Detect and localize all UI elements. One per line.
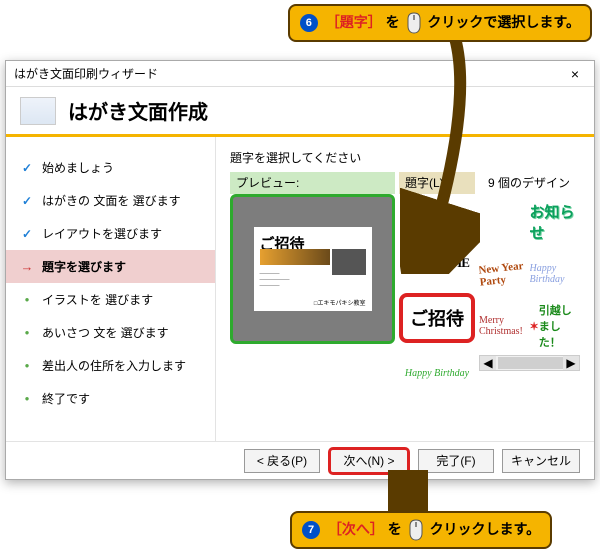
- footer-buttons: < 戻る(P) 次へ(N) > 完了(F) キャンセル: [6, 441, 594, 479]
- page-title: はがき文面作成: [68, 96, 208, 125]
- callout-6: 6 ［題字］ を クリックで選択します。: [288, 4, 592, 42]
- step-illust[interactable]: ●イラストを 選びます: [6, 283, 215, 316]
- step-layout[interactable]: ✓レイアウトを選びます: [6, 217, 215, 250]
- design-hb[interactable]: Happy Birthday: [530, 251, 581, 297]
- postcard-preview: ご招待 ―――――――――――――― □エキモパキシ教室: [254, 227, 372, 311]
- design-scrollbar[interactable]: ◀ ▶: [479, 355, 580, 371]
- header: はがき文面作成: [6, 87, 594, 137]
- daiji-happy-birthday[interactable]: Happy Birthday: [399, 350, 475, 396]
- scroll-left-icon[interactable]: ◀: [480, 356, 496, 370]
- wizard-dialog: はがき文面印刷ウィザード × はがき文面作成 ✓始めましょう ✓はがきの 文面を…: [5, 60, 595, 480]
- dot-icon: ●: [20, 328, 34, 337]
- header-icon: [20, 97, 56, 125]
- dot-icon: ●: [20, 295, 34, 304]
- design-header: 9 個のデザイン: [479, 172, 580, 194]
- instruction-text: 題字を選択してください: [230, 149, 580, 166]
- back-button[interactable]: < 戻る(P): [244, 449, 320, 473]
- design-empty[interactable]: [479, 199, 530, 245]
- arrow-icon: →: [20, 259, 34, 274]
- daiji-goshoutai[interactable]: ご招待: [399, 293, 475, 343]
- preview-box: ご招待 ―――――――――――――― □エキモパキシ教室: [230, 194, 395, 344]
- callout-7: 7 ［次へ］ を クリックします。: [290, 511, 552, 549]
- daiji-none[interactable]: なし: [422, 205, 452, 227]
- design-oshirase[interactable]: お知らせ: [530, 199, 581, 245]
- step-aisatsu[interactable]: ●あいさつ 文を 選びます: [6, 316, 215, 349]
- step-bunmen[interactable]: ✓はがきの 文面を 選びます: [6, 184, 215, 217]
- wizard-steps: ✓始めましょう ✓はがきの 文面を 選びます ✓レイアウトを選びます →題字を選…: [6, 137, 216, 441]
- daiji-list: なし WELCOME ご招待 Happy Birthday: [399, 194, 475, 396]
- check-icon: ✓: [20, 227, 34, 241]
- step-start[interactable]: ✓始めましょう: [6, 151, 215, 184]
- scroll-right-icon[interactable]: ▶: [563, 356, 579, 370]
- mouse-icon: [406, 12, 422, 34]
- window-title: はがき文面印刷ウィザード: [10, 65, 560, 82]
- next-button[interactable]: 次へ(N) >: [328, 447, 410, 475]
- callout-num-7: 7: [302, 521, 320, 539]
- daiji-welcome[interactable]: WELCOME: [399, 240, 475, 286]
- dot-icon: ●: [20, 361, 34, 370]
- titlebar: はがき文面印刷ウィザード ×: [6, 61, 594, 87]
- design-merrychristmas[interactable]: Merry Christmas!: [479, 303, 530, 349]
- step-end[interactable]: ●終了です: [6, 382, 215, 415]
- dot-icon: ●: [20, 394, 34, 403]
- preview-header: プレビュー:: [230, 172, 395, 194]
- step-daiji[interactable]: →題字を選びます: [6, 250, 215, 283]
- daiji-header: 題字(L):: [399, 172, 475, 194]
- check-icon: ✓: [20, 194, 34, 208]
- design-grid: お知らせ New Year Party Happy Birthday Merry…: [479, 194, 580, 349]
- check-icon: ✓: [20, 161, 34, 175]
- mouse-icon: [408, 519, 424, 541]
- design-hikkoshi[interactable]: ✶引越しました！: [530, 303, 581, 349]
- callout-num-6: 6: [300, 14, 318, 32]
- close-icon[interactable]: ×: [560, 66, 590, 82]
- cancel-button[interactable]: キャンセル: [502, 449, 580, 473]
- finish-button[interactable]: 完了(F): [418, 449, 494, 473]
- step-address[interactable]: ●差出人の住所を入力します: [6, 349, 215, 382]
- design-newyear[interactable]: New Year Party: [479, 248, 532, 299]
